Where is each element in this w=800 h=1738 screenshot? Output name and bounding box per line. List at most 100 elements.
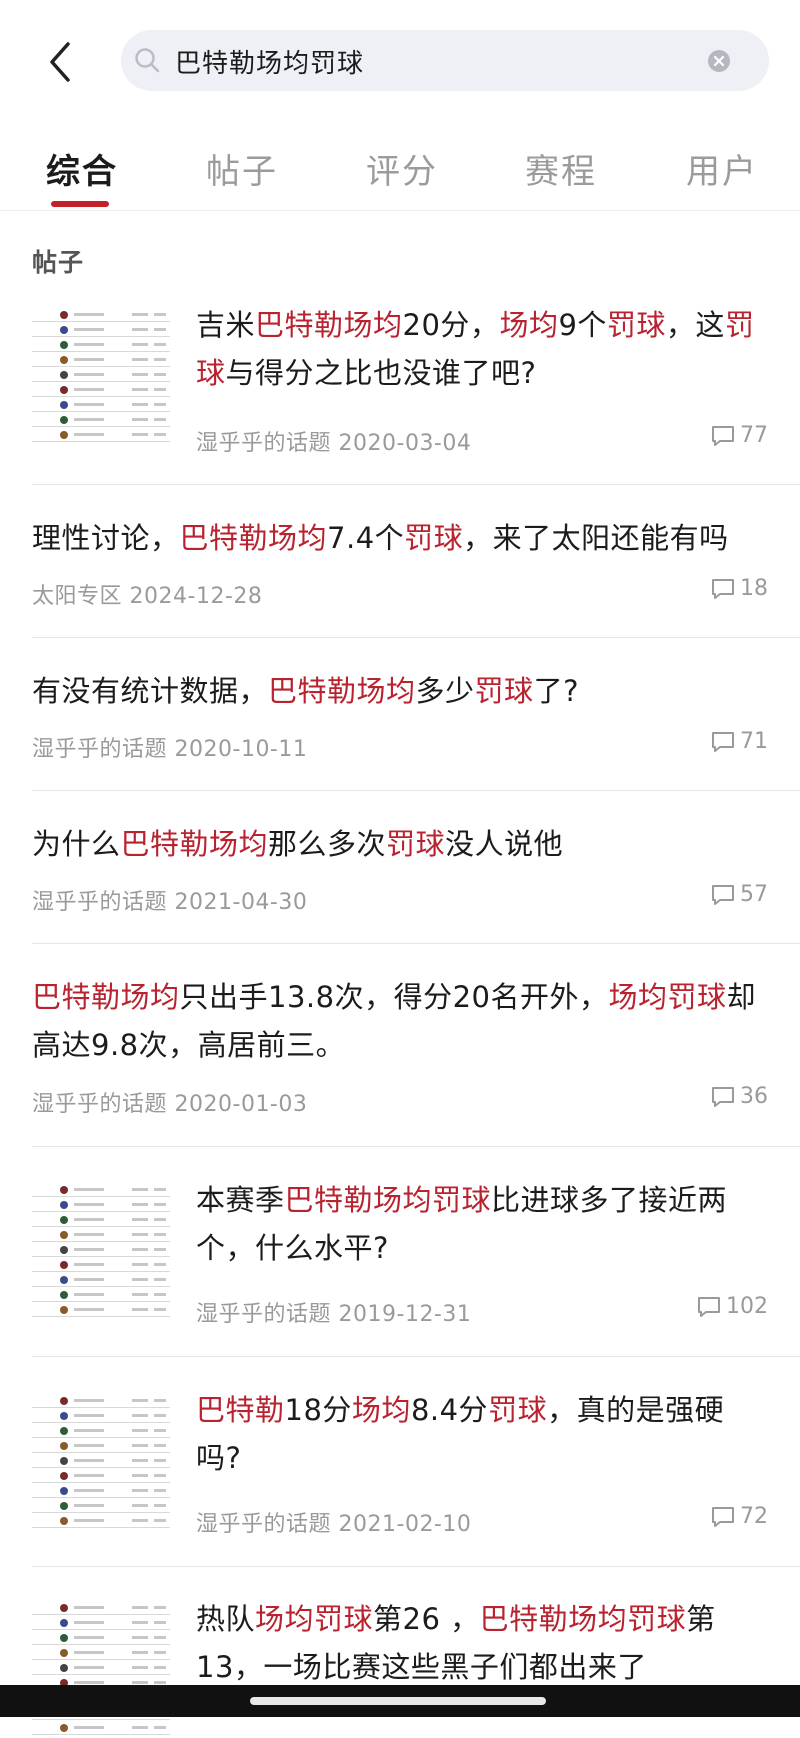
thumbnail-text bbox=[74, 358, 104, 361]
thumbnail-text bbox=[132, 1399, 148, 1402]
title-text: 热队 bbox=[196, 1602, 256, 1636]
comment-count[interactable]: 18 bbox=[710, 576, 768, 601]
thumbnail-row-line bbox=[32, 1256, 170, 1257]
post-title[interactable]: 理性讨论，巴特勒场均7.4个罚球，来了太阳还能有吗 bbox=[32, 514, 772, 562]
thumbnail-text bbox=[154, 358, 166, 361]
tab-overview[interactable]: 综合 bbox=[46, 144, 118, 193]
comment-count[interactable]: 102 bbox=[696, 1294, 768, 1319]
thumbnail-avatar bbox=[60, 356, 68, 364]
comment-count[interactable]: 77 bbox=[710, 423, 768, 448]
meta-spacer bbox=[167, 1092, 175, 1117]
thumbnail-row-line bbox=[32, 1422, 170, 1423]
highlighted-keyword: 巴特勒场均 bbox=[32, 980, 180, 1014]
thumbnail-row-line bbox=[32, 1226, 170, 1227]
post-meta: 湿乎乎的话题 2021-02-10 bbox=[196, 1506, 471, 1538]
post-title[interactable]: 热队场均罚球第26 ，巴特勒场均罚球第13，一场比赛这些黑子们都出来了 bbox=[196, 1595, 768, 1691]
thumbnail-text bbox=[154, 1519, 166, 1522]
thumbnail-text bbox=[132, 1308, 148, 1311]
post-thumbnail[interactable] bbox=[32, 305, 170, 445]
tab-schedule[interactable]: 赛程 bbox=[525, 144, 597, 193]
post-title[interactable]: 巴特勒18分场均8.4分罚球，真的是强硬吗? bbox=[196, 1386, 768, 1482]
thumbnail-row-line bbox=[32, 1614, 170, 1615]
tab-ratings[interactable]: 评分 bbox=[366, 144, 438, 193]
thumbnail-text bbox=[74, 1263, 104, 1266]
thumbnail-row-line bbox=[32, 351, 170, 352]
thumbnail-text bbox=[132, 1233, 148, 1236]
thumbnail-avatar bbox=[60, 1261, 68, 1269]
tab-users[interactable]: 用户 bbox=[686, 144, 758, 193]
post-source[interactable]: 湿乎乎的话题 bbox=[196, 1302, 331, 1327]
thumbnail-text bbox=[74, 1429, 104, 1432]
thumbnail-avatar bbox=[60, 341, 68, 349]
thumbnail-text bbox=[132, 1666, 148, 1669]
thumbnail-text bbox=[154, 1218, 166, 1221]
thumbnail-text bbox=[154, 1414, 166, 1417]
thumbnail-text bbox=[132, 1504, 148, 1507]
thumbnail-text bbox=[154, 1233, 166, 1236]
thumbnail-text bbox=[74, 1621, 104, 1624]
thumbnail-avatar bbox=[60, 1457, 68, 1465]
thumbnail-text bbox=[132, 1651, 148, 1654]
clear-icon[interactable] bbox=[707, 49, 731, 73]
tab-bar: 综合 帖子 评分 赛程 用户 bbox=[0, 130, 800, 211]
thumbnail-text bbox=[74, 1444, 104, 1447]
title-text: ，这 bbox=[665, 308, 725, 342]
thumbnail-row-line bbox=[32, 1482, 170, 1483]
thumbnail-text bbox=[74, 1218, 104, 1221]
thumbnail-text bbox=[132, 358, 148, 361]
post-thumbnail[interactable] bbox=[32, 1180, 170, 1320]
thumbnail-text bbox=[132, 313, 148, 316]
thumbnail-row-line bbox=[32, 1719, 170, 1720]
post-thumbnail[interactable] bbox=[32, 1391, 170, 1531]
post-meta: 太阳专区 2024-12-28 bbox=[32, 578, 262, 610]
thumbnail-avatar bbox=[60, 1649, 68, 1657]
comment-count[interactable]: 36 bbox=[710, 1084, 768, 1109]
title-text: 多少 bbox=[415, 674, 475, 708]
home-indicator-bar[interactable] bbox=[250, 1697, 546, 1705]
thumbnail-text bbox=[154, 1606, 166, 1609]
title-text: 没人说他 bbox=[445, 827, 564, 861]
post-title[interactable]: 本赛季巴特勒场均罚球比进球多了接近两个，什么水平? bbox=[196, 1176, 768, 1272]
thumbnail-text bbox=[74, 1651, 104, 1654]
thumbnail-text bbox=[132, 1636, 148, 1639]
post-source[interactable]: 湿乎乎的话题 bbox=[196, 431, 331, 456]
thumbnail-text bbox=[74, 328, 104, 331]
back-button[interactable] bbox=[42, 38, 82, 86]
thumbnail-avatar bbox=[60, 1412, 68, 1420]
thumbnail-text bbox=[154, 328, 166, 331]
post-thumbnail[interactable] bbox=[32, 1598, 170, 1738]
comment-count[interactable]: 72 bbox=[710, 1504, 768, 1529]
thumbnail-row-line bbox=[32, 1196, 170, 1197]
thumbnail-row-line bbox=[32, 381, 170, 382]
thumbnail-avatar bbox=[60, 1291, 68, 1299]
post-source[interactable]: 湿乎乎的话题 bbox=[32, 1092, 167, 1117]
post-divider bbox=[32, 1146, 800, 1147]
post-title[interactable]: 吉米巴特勒场均20分，场均9个罚球，这罚球与得分之比也没谁了吧? bbox=[196, 301, 768, 397]
comment-count[interactable]: 57 bbox=[710, 882, 768, 907]
thumbnail-text bbox=[74, 388, 104, 391]
post-date: 2020-01-03 bbox=[174, 1092, 308, 1117]
search-input[interactable]: 巴特勒场均罚球 bbox=[121, 30, 769, 91]
tab-posts[interactable]: 帖子 bbox=[206, 144, 278, 193]
highlighted-keyword: 巴特勒场均 bbox=[179, 521, 328, 555]
post-title[interactable]: 有没有统计数据，巴特勒场均多少罚球了? bbox=[32, 667, 772, 715]
title-text: 只出手13.8次，得分20名开外， bbox=[179, 980, 609, 1014]
thumbnail-text bbox=[132, 433, 148, 436]
thumbnail-text bbox=[132, 1489, 148, 1492]
comment-count[interactable]: 71 bbox=[710, 729, 768, 754]
thumbnail-avatar bbox=[60, 1724, 68, 1732]
post-title[interactable]: 巴特勒场均只出手13.8次，得分20名开外，场均罚球却高达9.8次，高居前三。 bbox=[32, 973, 772, 1069]
post-title[interactable]: 为什么巴特勒场均那么多次罚球没人说他 bbox=[32, 820, 772, 868]
thumbnail-text bbox=[74, 1636, 104, 1639]
thumbnail-avatar bbox=[60, 1619, 68, 1627]
post-source[interactable]: 太阳专区 bbox=[32, 584, 122, 609]
highlighted-keyword: 罚球 bbox=[404, 521, 464, 555]
thumbnail-avatar bbox=[60, 1487, 68, 1495]
post-source[interactable]: 湿乎乎的话题 bbox=[32, 890, 167, 915]
thumbnail-avatar bbox=[60, 1427, 68, 1435]
thumbnail-text bbox=[132, 1203, 148, 1206]
post-source[interactable]: 湿乎乎的话题 bbox=[196, 1512, 331, 1537]
thumbnail-text bbox=[154, 1399, 166, 1402]
post-source[interactable]: 湿乎乎的话题 bbox=[32, 737, 167, 762]
post-date: 2019-12-31 bbox=[338, 1302, 472, 1327]
